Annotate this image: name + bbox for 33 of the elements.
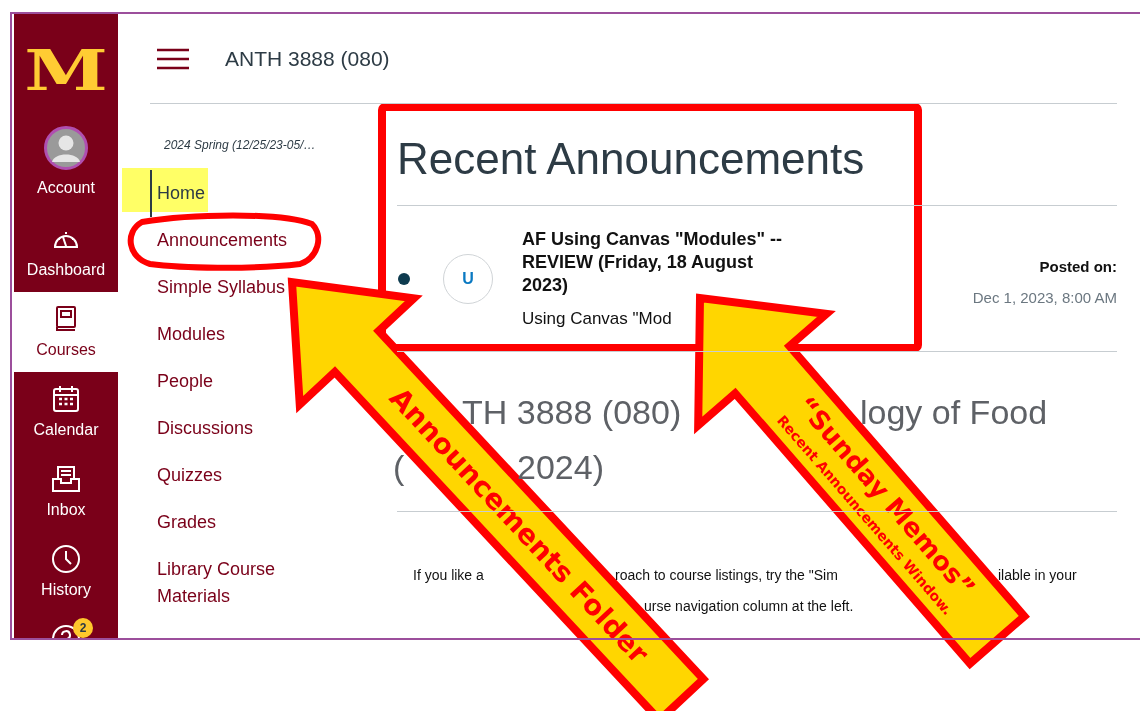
global-nav-item[interactable]: Calendar: [14, 372, 118, 452]
term-label: 2024 Spring (12/25/23-05/…: [163, 137, 317, 154]
posted-date: Dec 1, 2023, 8:00 AM: [971, 288, 1117, 308]
course-nav-link[interactable]: People: [150, 358, 214, 405]
global-nav-item[interactable]: Account: [14, 126, 118, 212]
announcement-title[interactable]: AF Using Canvas "Modules" -- REVIEW (Friday, 18 August 2023): [522, 227, 794, 297]
intro-text: roach to course listings, try the "Sim: [615, 566, 838, 583]
global-nav-item[interactable]: Dashboard: [14, 212, 118, 292]
university-logo[interactable]: M: [24, 42, 108, 98]
course-nav-link[interactable]: Library Course Materials: [150, 546, 317, 620]
course-nav-link[interactable]: Quizzes: [150, 452, 223, 499]
announcement-excerpt: Using Canvas "Mod: [522, 307, 673, 330]
book-icon: [54, 305, 78, 333]
global-nav-item[interactable]: Inbox: [14, 452, 118, 532]
section-heading: Recent Announcements: [397, 133, 866, 185]
course-nav-link[interactable]: Grades: [150, 499, 217, 546]
global-nav-item[interactable]: 2: [14, 612, 118, 638]
notification-badge: 2: [73, 618, 93, 638]
course-nav-link[interactable]: Modules: [150, 311, 226, 358]
course-nav-link[interactable]: Simple Syllabus: [150, 264, 286, 311]
global-nav-item[interactable]: History: [14, 532, 118, 612]
course-nav-link[interactable]: Discussions: [150, 405, 254, 452]
global-nav-item[interactable]: Courses: [14, 292, 118, 372]
course-title: ANTH 3888 (080): [225, 46, 390, 71]
course-nav-link[interactable]: Home: [150, 170, 205, 217]
intro-text: ilable in your: [998, 566, 1077, 585]
posted-label: Posted on:: [1038, 257, 1117, 277]
inbox-icon: [51, 465, 81, 493]
course-nav-link[interactable]: Announcements: [150, 217, 288, 264]
menu-icon[interactable]: [157, 47, 189, 70]
clock-icon: [51, 544, 81, 574]
calendar-icon: [52, 385, 80, 413]
avatar-icon: [44, 126, 88, 170]
